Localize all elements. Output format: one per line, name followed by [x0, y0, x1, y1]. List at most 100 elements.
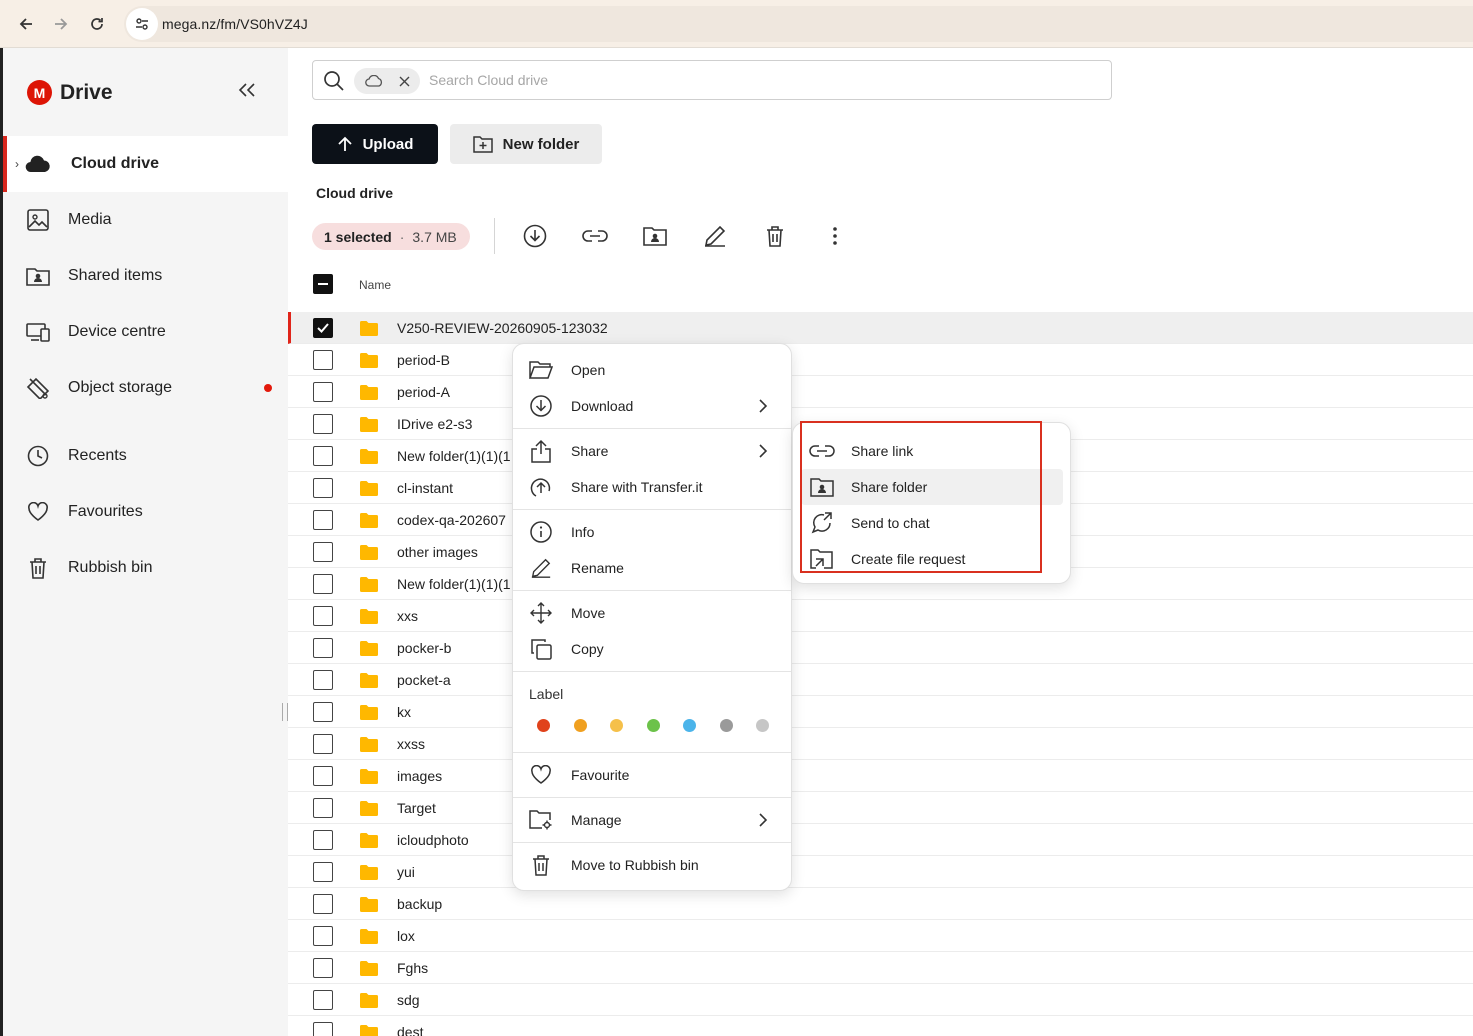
new-folder-button[interactable]: New folder — [450, 124, 602, 164]
row-checkbox[interactable] — [313, 574, 333, 594]
table-row[interactable]: xxs — [288, 600, 1473, 632]
row-checkbox[interactable] — [313, 702, 333, 722]
site-settings-icon[interactable] — [126, 8, 158, 40]
search-input[interactable]: Search Cloud drive — [429, 72, 548, 88]
menu-item-move-to-rubbish-bin[interactable]: Move to Rubbish bin — [513, 847, 791, 883]
reload-icon[interactable] — [85, 12, 109, 36]
menu-item-copy[interactable]: Copy — [513, 631, 791, 667]
back-icon[interactable] — [14, 12, 38, 36]
row-checkbox[interactable] — [313, 414, 333, 434]
file-name[interactable]: period-B — [397, 352, 450, 368]
row-checkbox[interactable] — [313, 766, 333, 786]
column-header-name[interactable]: Name — [359, 278, 391, 292]
sidebar-item-shared-items[interactable]: Shared items — [3, 248, 288, 304]
row-checkbox[interactable] — [313, 1022, 333, 1036]
menu-item-download[interactable]: Download — [513, 388, 791, 424]
rename-icon[interactable] — [701, 222, 729, 250]
table-row[interactable]: icloudphoto — [288, 824, 1473, 856]
collapse-sidebar-icon[interactable] — [235, 78, 259, 102]
link-icon[interactable] — [581, 222, 609, 250]
file-name[interactable]: New folder(1)(1)(1 — [397, 448, 511, 464]
row-checkbox[interactable] — [313, 638, 333, 658]
file-name[interactable]: xxs — [397, 608, 418, 624]
label-color-dot[interactable] — [646, 719, 660, 732]
breadcrumb[interactable]: Cloud drive — [316, 185, 393, 201]
row-checkbox[interactable] — [313, 606, 333, 626]
table-row[interactable]: xxss — [288, 728, 1473, 760]
file-name[interactable]: codex-qa-202607 — [397, 512, 506, 528]
table-row[interactable]: dest — [288, 1016, 1473, 1036]
row-checkbox[interactable] — [313, 670, 333, 690]
table-row[interactable]: Fghs — [288, 952, 1473, 984]
table-row[interactable]: pocket-a — [288, 664, 1473, 696]
sidebar-item-recents[interactable]: Recents — [3, 428, 288, 484]
sidebar-item-rubbish-bin[interactable]: Rubbish bin — [3, 540, 288, 596]
file-name[interactable]: lox — [397, 928, 415, 944]
row-checkbox[interactable] — [313, 734, 333, 754]
table-row[interactable]: yui — [288, 856, 1473, 888]
file-name[interactable]: icloudphoto — [397, 832, 469, 848]
address-bar[interactable]: mega.nz/fm/VS0hVZ4J — [124, 6, 1473, 42]
search-scope-chip[interactable] — [354, 68, 420, 94]
table-row[interactable]: Target — [288, 792, 1473, 824]
file-name[interactable]: backup — [397, 896, 442, 912]
sidebar-item-device-centre[interactable]: Device centre — [3, 304, 288, 360]
table-row[interactable]: images — [288, 760, 1473, 792]
menu-item-manage[interactable]: Manage — [513, 802, 791, 838]
row-checkbox[interactable] — [313, 478, 333, 498]
menu-item-info[interactable]: Info — [513, 514, 791, 550]
menu-item-favourite[interactable]: Favourite — [513, 757, 791, 793]
row-checkbox[interactable] — [313, 958, 333, 978]
file-name[interactable]: dest — [397, 1024, 423, 1036]
url-text[interactable]: mega.nz/fm/VS0hVZ4J — [162, 16, 308, 32]
label-color-dot[interactable] — [719, 719, 733, 732]
table-row[interactable]: period-A — [288, 376, 1473, 408]
row-checkbox[interactable] — [313, 798, 333, 818]
row-checkbox[interactable] — [313, 926, 333, 946]
chevron-right-icon[interactable]: › — [15, 157, 19, 171]
label-color-dot[interactable] — [610, 719, 623, 732]
file-name[interactable]: other images — [397, 544, 478, 560]
row-checkbox[interactable] — [313, 350, 333, 370]
menu-item-share-transfer[interactable]: Share with Transfer.it — [513, 469, 791, 505]
close-icon[interactable] — [399, 76, 410, 87]
label-color-dot[interactable] — [756, 719, 769, 732]
file-name[interactable]: Fghs — [397, 960, 428, 976]
sidebar-item-object-storage[interactable]: Object storage — [3, 360, 288, 416]
label-color-dot[interactable] — [683, 719, 696, 732]
menu-item-move[interactable]: Move — [513, 595, 791, 631]
download-icon[interactable] — [521, 222, 549, 250]
row-checkbox[interactable] — [313, 894, 333, 914]
row-checkbox[interactable] — [313, 542, 333, 562]
more-icon[interactable] — [821, 222, 849, 250]
label-color-dot[interactable] — [573, 719, 587, 732]
file-name[interactable]: yui — [397, 864, 415, 880]
upload-button[interactable]: Upload — [312, 124, 438, 164]
forward-icon[interactable] — [49, 12, 73, 36]
table-row[interactable]: pocker-b — [288, 632, 1473, 664]
file-name[interactable]: Target — [397, 800, 436, 816]
trash-icon[interactable] — [761, 222, 789, 250]
table-row[interactable]: period-B — [288, 344, 1473, 376]
table-row[interactable]: lox — [288, 920, 1473, 952]
file-name[interactable]: kx — [397, 704, 411, 720]
file-name[interactable]: New folder(1)(1)(1 — [397, 576, 511, 592]
label-color-dot[interactable] — [537, 719, 550, 732]
file-name[interactable]: cl-instant — [397, 480, 453, 496]
row-checkbox[interactable] — [313, 990, 333, 1010]
file-name[interactable]: V250-REVIEW-20260905-123032 — [397, 320, 608, 336]
table-row[interactable]: kx — [288, 696, 1473, 728]
sidebar-item-media[interactable]: Media — [3, 192, 288, 248]
table-row[interactable]: backup — [288, 888, 1473, 920]
menu-item-share[interactable]: Share — [513, 433, 791, 469]
file-name[interactable]: xxss — [397, 736, 425, 752]
row-checkbox[interactable] — [313, 862, 333, 882]
share-folder-icon[interactable] — [641, 222, 669, 250]
file-name[interactable]: IDrive e2-s3 — [397, 416, 472, 432]
menu-item-open[interactable]: Open — [513, 352, 791, 388]
sidebar-item-favourites[interactable]: Favourites — [3, 484, 288, 540]
sidebar-item-cloud-drive[interactable]: › Cloud drive — [3, 136, 288, 192]
row-checkbox[interactable] — [313, 318, 333, 338]
table-row[interactable]: sdg — [288, 984, 1473, 1016]
file-name[interactable]: sdg — [397, 992, 420, 1008]
